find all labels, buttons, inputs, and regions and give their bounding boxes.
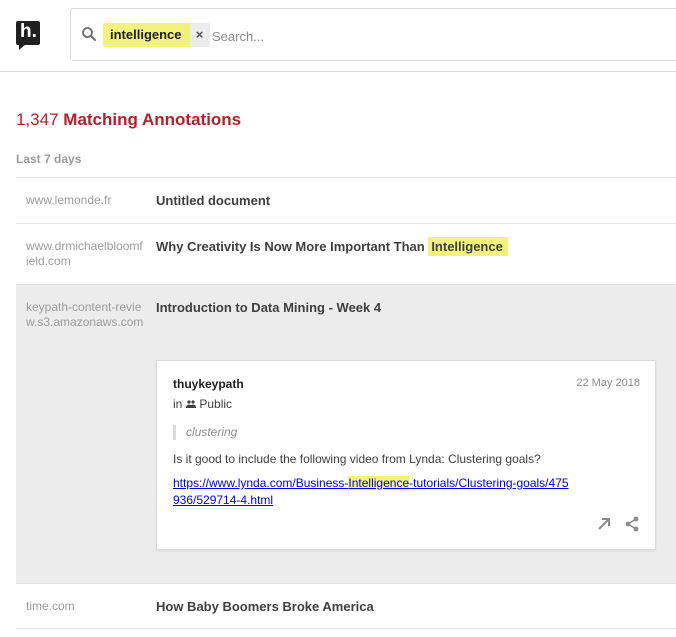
search-box[interactable]: intelligence × bbox=[70, 8, 676, 61]
row-domain[interactable]: time.com bbox=[26, 599, 144, 614]
link-highlight: Intelligence bbox=[348, 476, 410, 490]
result-row[interactable]: www.drmichaelbloomfield.com Why Creativi… bbox=[16, 223, 676, 284]
search-input[interactable] bbox=[212, 25, 512, 47]
annotation-user[interactable]: thuykeypath bbox=[173, 377, 244, 391]
annotation-quote: clustering bbox=[173, 425, 237, 440]
group-prefix: in bbox=[173, 397, 183, 411]
annotation-text: Is it good to include the following vide… bbox=[173, 452, 541, 466]
results-count: 1,347 bbox=[16, 110, 59, 129]
row-title[interactable]: Introduction to Data Mining - Week 4 bbox=[156, 300, 381, 316]
row-domain[interactable]: www.drmichaelbloomfield.com bbox=[26, 239, 144, 269]
results-summary: 1,347 Matching Annotations bbox=[16, 110, 241, 130]
hypothesis-logo-icon[interactable]: h. bbox=[16, 21, 40, 50]
group-icon bbox=[186, 400, 197, 408]
row-title[interactable]: Untitled document bbox=[156, 193, 270, 209]
link-part: https://www.lynda.com/Business- bbox=[173, 476, 349, 490]
remove-lozenge-button[interactable]: × bbox=[189, 23, 210, 47]
row-domain[interactable]: keypath-content-review.s3.amazonaws.com bbox=[26, 300, 144, 330]
search-lozenge-label: intelligence bbox=[103, 23, 190, 47]
annotation-link[interactable]: https://www.lynda.com/Business-Intellige… bbox=[173, 475, 573, 509]
period-heading: Last 7 days bbox=[16, 152, 82, 166]
annotation-group: in Public bbox=[173, 397, 232, 411]
search-icon bbox=[82, 27, 96, 41]
results-label: Matching Annotations bbox=[63, 110, 242, 129]
result-row[interactable]: time.com How Baby Boomers Broke America bbox=[16, 583, 676, 629]
reply-icon[interactable] bbox=[597, 517, 611, 531]
row-title[interactable]: Why Creativity Is Now More Important Tha… bbox=[156, 237, 508, 256]
row-title-text: Why Creativity Is Now More Important Tha… bbox=[156, 239, 429, 254]
search-lozenge[interactable]: intelligence × bbox=[103, 23, 210, 47]
annotation-date[interactable]: 22 May 2018 bbox=[576, 377, 640, 389]
result-row[interactable]: www.lemonde.fr Untitled document bbox=[16, 177, 676, 223]
share-icon[interactable] bbox=[625, 516, 639, 532]
row-title[interactable]: How Baby Boomers Broke America bbox=[156, 599, 374, 615]
annotation-card[interactable]: thuykeypath 22 May 2018 in Public cluste… bbox=[156, 360, 656, 550]
title-highlight: Intelligence bbox=[428, 237, 508, 256]
group-name[interactable]: Public bbox=[199, 397, 232, 411]
result-row-expanded[interactable]: keypath-content-review.s3.amazonaws.com … bbox=[16, 284, 676, 583]
row-domain[interactable]: www.lemonde.fr bbox=[26, 193, 144, 208]
top-bar: h. intelligence × bbox=[0, 0, 676, 72]
